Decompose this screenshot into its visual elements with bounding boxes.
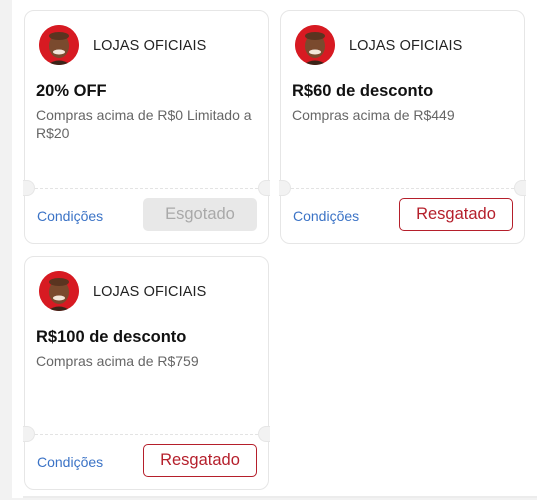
store-logo-icon bbox=[295, 25, 335, 65]
store-logo-icon bbox=[39, 271, 79, 311]
divider bbox=[23, 496, 537, 498]
ticket-divider bbox=[291, 188, 514, 189]
store-name: LOJAS OFICIAIS bbox=[93, 38, 207, 54]
conditions-link[interactable]: Condições bbox=[37, 208, 103, 224]
sold-out-button[interactable]: Esgotado bbox=[143, 198, 257, 231]
ticket-notch bbox=[23, 180, 35, 196]
coupon-description: Compras acima de R$449 bbox=[292, 107, 455, 123]
store-avatar bbox=[39, 271, 79, 311]
ticket-notch bbox=[258, 426, 270, 442]
coupon-card: LOJAS OFICIAIS R$100 de desconto Compras… bbox=[23, 256, 270, 490]
store-name: LOJAS OFICIAIS bbox=[349, 38, 463, 54]
ticket-notch bbox=[514, 180, 526, 196]
coupon-description: Compras acima de R$759 bbox=[36, 353, 199, 369]
ticket-notch bbox=[258, 180, 270, 196]
store-avatar bbox=[39, 25, 79, 65]
ticket-divider bbox=[35, 188, 258, 189]
redeemed-button[interactable]: Resgatado bbox=[143, 444, 257, 477]
coupon-list: LOJAS OFICIAIS 20% OFF Compras acima de … bbox=[12, 0, 537, 498]
coupon-description: Compras acima de R$0 Limitado a R$20 bbox=[36, 107, 252, 141]
coupon-card: LOJAS OFICIAIS 20% OFF Compras acima de … bbox=[23, 10, 270, 244]
redeemed-button[interactable]: Resgatado bbox=[399, 198, 513, 231]
conditions-link[interactable]: Condições bbox=[37, 454, 103, 470]
coupon-title: 20% OFF bbox=[36, 82, 107, 100]
store-avatar bbox=[295, 25, 335, 65]
conditions-link[interactable]: Condições bbox=[293, 208, 359, 224]
coupon-card: LOJAS OFICIAIS R$60 de desconto Compras … bbox=[279, 10, 526, 244]
ticket-notch bbox=[279, 180, 291, 196]
store-logo-icon bbox=[39, 25, 79, 65]
coupon-title: R$60 de desconto bbox=[292, 82, 434, 100]
ticket-divider bbox=[35, 434, 258, 435]
coupon-title: R$100 de desconto bbox=[36, 328, 187, 346]
store-name: LOJAS OFICIAIS bbox=[93, 284, 207, 300]
ticket-notch bbox=[23, 426, 35, 442]
